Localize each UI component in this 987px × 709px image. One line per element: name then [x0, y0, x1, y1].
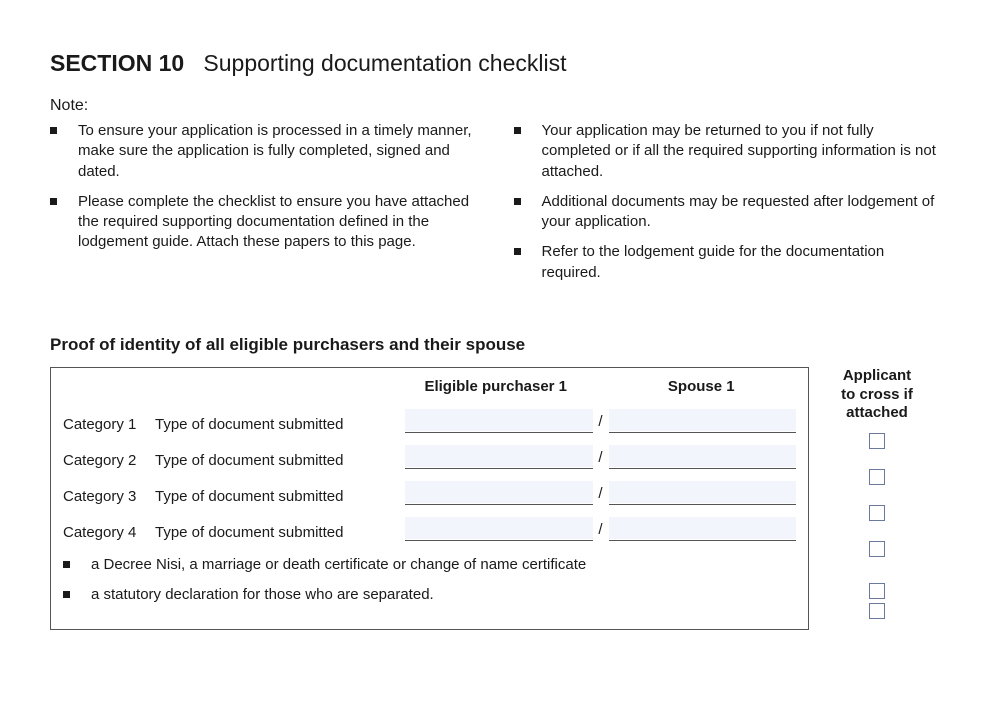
extra-doc-list: a Decree Nisi, a marriage or death certi… [63, 555, 796, 606]
category-label: Category 2 [63, 452, 155, 469]
note-column-right: Your application may be returned to you … [514, 121, 938, 293]
table-row: Category 4 Type of document submitted / [63, 519, 796, 541]
column-header-spouse: Spouse 1 [607, 378, 797, 395]
purchaser-doc-field[interactable] [405, 519, 593, 541]
note-item: To ensure your application is processed … [50, 121, 474, 182]
table-header-row: Eligible purchaser 1 Spouse 1 [63, 378, 796, 411]
note-list-right: Your application may be returned to you … [514, 121, 938, 283]
purchaser-doc-field[interactable] [405, 483, 593, 505]
table-row: Category 2 Type of document submitted / [63, 447, 796, 469]
applicant-cross-label: Applicant to cross if attached [817, 367, 937, 423]
attached-checkbox-cat1[interactable] [869, 433, 885, 449]
side-label-line: attached [846, 404, 908, 421]
note-item: Your application may be returned to you … [514, 121, 938, 182]
spouse-doc-field[interactable] [609, 519, 797, 541]
note-column-left: To ensure your application is processed … [50, 121, 474, 293]
spouse-doc-field[interactable] [609, 447, 797, 469]
extra-doc-item: a Decree Nisi, a marriage or death certi… [63, 555, 796, 575]
column-header-eligible-purchaser: Eligible purchaser 1 [401, 378, 591, 395]
attached-checkbox-cat4[interactable] [869, 541, 885, 557]
attached-checkbox-extra2[interactable] [869, 603, 885, 619]
purchaser-doc-field[interactable] [405, 447, 593, 469]
purchaser-doc-field[interactable] [405, 411, 593, 433]
proof-row: Eligible purchaser 1 Spouse 1 Category 1… [50, 367, 937, 631]
type-of-document-label: Type of document submitted [155, 416, 405, 433]
section-header: SECTION 10 Supporting documentation chec… [50, 50, 937, 77]
category-label: Category 1 [63, 416, 155, 433]
type-of-document-label: Type of document submitted [155, 524, 405, 541]
section-number: SECTION 10 [50, 50, 184, 76]
note-item: Additional documents may be requested af… [514, 192, 938, 233]
slash-separator: / [593, 413, 609, 430]
side-label-line: Applicant [843, 367, 911, 384]
note-item: Please complete the checklist to ensure … [50, 192, 474, 253]
note-item: Refer to the lodgement guide for the doc… [514, 242, 938, 283]
category-label: Category 4 [63, 524, 155, 541]
note-list-left: To ensure your application is processed … [50, 121, 474, 253]
spouse-doc-field[interactable] [609, 411, 797, 433]
attached-checkbox-extra1[interactable] [869, 583, 885, 599]
proof-table: Eligible purchaser 1 Spouse 1 Category 1… [50, 367, 809, 631]
slash-separator: / [593, 449, 609, 466]
side-label-line: to cross if [841, 386, 913, 403]
checkbox-column: Applicant to cross if attached [817, 367, 937, 623]
spouse-doc-field[interactable] [609, 483, 797, 505]
slash-separator: / [593, 485, 609, 502]
form-page: SECTION 10 Supporting documentation chec… [0, 0, 987, 660]
extra-doc-item: a statutory declaration for those who ar… [63, 585, 796, 605]
note-label: Note: [50, 97, 937, 115]
type-of-document-label: Type of document submitted [155, 488, 405, 505]
attached-checkbox-cat2[interactable] [869, 469, 885, 485]
note-columns: To ensure your application is processed … [50, 121, 937, 293]
category-label: Category 3 [63, 488, 155, 505]
slash-separator: / [593, 521, 609, 538]
proof-heading: Proof of identity of all eligible purcha… [50, 335, 937, 355]
table-row: Category 1 Type of document submitted / [63, 411, 796, 433]
table-row: Category 3 Type of document submitted / [63, 483, 796, 505]
type-of-document-label: Type of document submitted [155, 452, 405, 469]
section-title: Supporting documentation checklist [203, 50, 566, 76]
attached-checkbox-cat3[interactable] [869, 505, 885, 521]
